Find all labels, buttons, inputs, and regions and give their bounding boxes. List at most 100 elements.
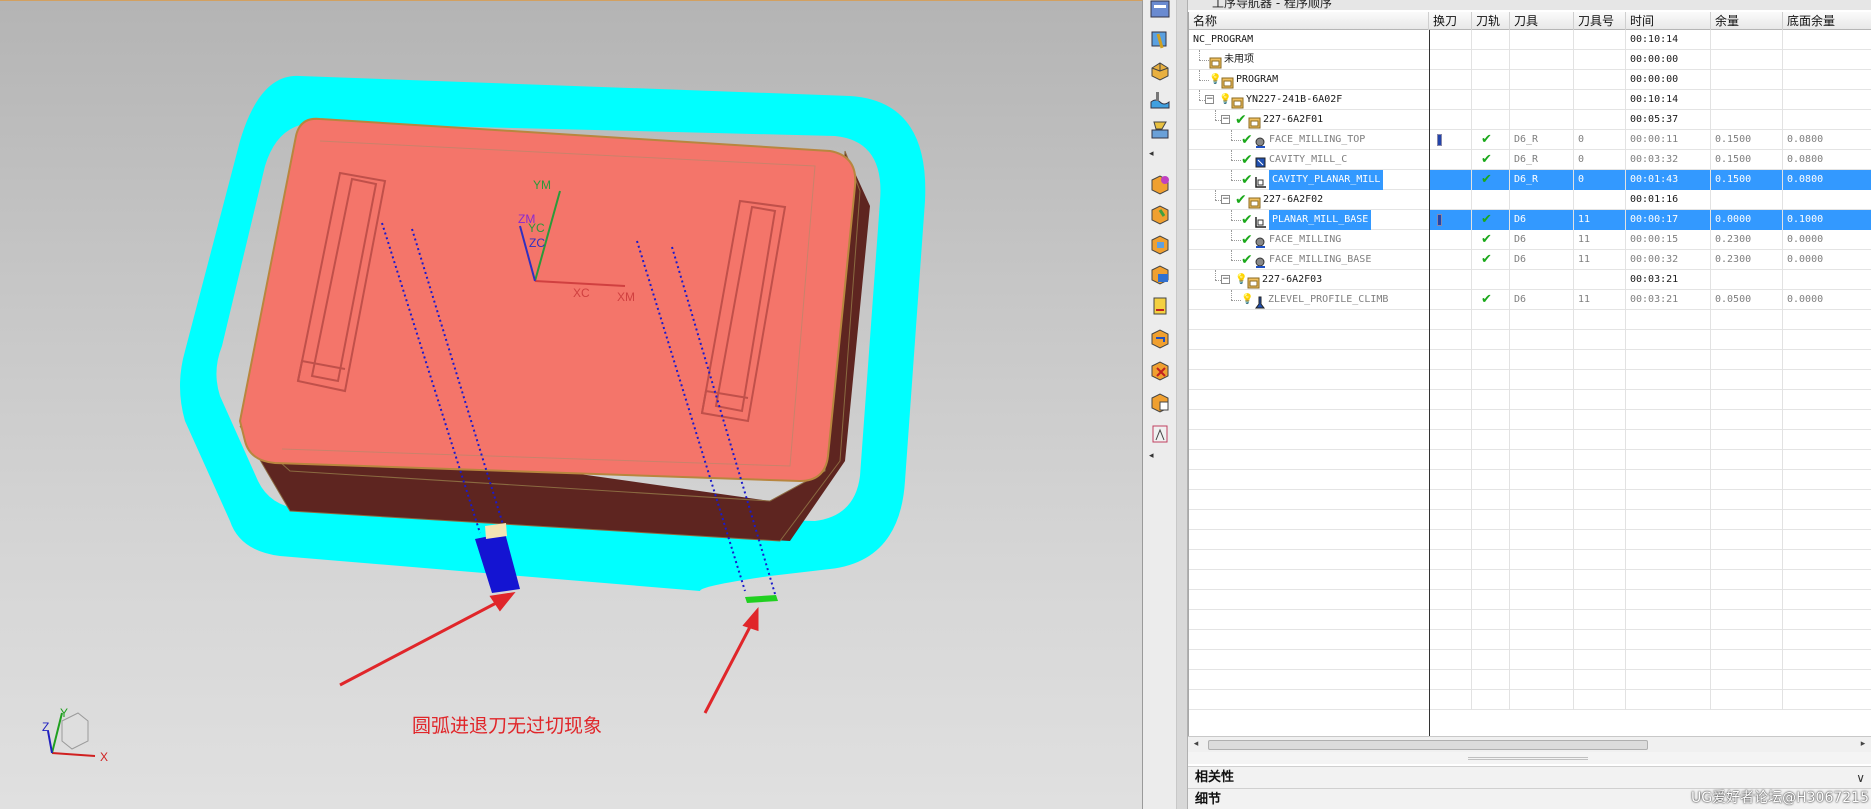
tool-cell: D6_R — [1510, 150, 1574, 170]
collapse-toggle[interactable]: − — [1205, 95, 1214, 104]
create-tool-icon[interactable] — [1148, 202, 1172, 226]
operation-navigator-icon[interactable] — [1148, 0, 1172, 22]
table-row[interactable]: 00:03:21 − 💡 227-6A2F03 — [1189, 270, 1871, 290]
postprocess-icon[interactable] — [1148, 422, 1172, 446]
toolchange-cell — [1429, 150, 1472, 170]
tool-cell: D6 — [1510, 290, 1574, 310]
tool-cell — [1510, 110, 1574, 130]
collapse-toggle[interactable]: − — [1221, 195, 1230, 204]
tool-cell — [1510, 30, 1574, 50]
group-type-icon — [1221, 74, 1234, 89]
toolchange-icon — [1437, 134, 1442, 146]
toolpath-check-icon: ✔ — [1481, 212, 1492, 227]
col-path[interactable]: 刀轨 — [1472, 12, 1510, 30]
collapse-toggle[interactable]: − — [1221, 275, 1230, 284]
col-time[interactable]: 时间 — [1626, 12, 1711, 30]
feature-navigator-icon[interactable] — [1148, 118, 1172, 142]
graphics-viewport[interactable]: YM ZM YC ZC XC XM X Y Z 圆弧进退刀无过切现象 — [0, 0, 1143, 809]
geometry-navigator-icon[interactable] — [1148, 58, 1172, 82]
col-toolchange[interactable]: 换刀 — [1429, 12, 1472, 30]
horizontal-scrollbar[interactable]: ◂ ▸ — [1188, 736, 1871, 752]
table-row[interactable]: ✔ D6 11 00:00:32 0.2300 0.0000 ✔ FACE_MILLING_B… — [1189, 250, 1871, 270]
operation-name[interactable]: CAVITY_PLANAR_MILL — [1269, 170, 1384, 190]
col-stock[interactable]: 余量 — [1711, 12, 1783, 30]
col-name[interactable]: 名称 — [1189, 12, 1429, 30]
operation-name[interactable]: 227-6A2F03 — [1262, 270, 1322, 290]
empty-row — [1189, 550, 1871, 570]
scroll-right-icon[interactable]: ▸ — [1855, 737, 1871, 752]
stock-cell — [1711, 70, 1783, 90]
empty-row — [1189, 410, 1871, 430]
time-cell: 00:00:00 — [1626, 70, 1711, 90]
table-row[interactable]: ✔ D6 11 00:03:21 0.0500 0.0000 💡 ZLEVEL_PROFILE… — [1189, 290, 1871, 310]
operation-name[interactable]: FACE_MILLING_TOP — [1269, 130, 1365, 150]
operation-name[interactable]: 未用项 — [1224, 50, 1254, 70]
stock-cell — [1711, 190, 1783, 210]
tool-no-cell — [1574, 30, 1626, 50]
create-operation-icon[interactable] — [1148, 294, 1172, 318]
delete-toolpath-icon[interactable] — [1148, 358, 1172, 382]
operation-name[interactable]: PLANAR_MILL_BASE — [1269, 210, 1372, 230]
empty-row — [1189, 670, 1871, 690]
col-tool-number[interactable]: 刀具号 — [1574, 12, 1626, 30]
section-splitter[interactable] — [1188, 752, 1871, 764]
scrollbar-thumb[interactable] — [1208, 740, 1648, 750]
stock-cell — [1711, 110, 1783, 130]
operation-name[interactable]: PROGRAM — [1236, 70, 1278, 90]
table-row[interactable]: 00:01:16 − ✔ 227-6A2F02 — [1189, 190, 1871, 210]
empty-row — [1189, 390, 1871, 410]
col-tool[interactable]: 刀具 — [1510, 12, 1574, 30]
annotation-arrows — [339, 591, 759, 714]
part-scene[interactable]: YM ZM YC ZC XC XM X Y Z — [0, 1, 1143, 809]
tool-no-cell: 0 — [1574, 130, 1626, 150]
toolchange-cell — [1429, 290, 1472, 310]
empty-row — [1189, 590, 1871, 610]
floor-cell: 0.0000 — [1783, 230, 1871, 250]
operation-name[interactable]: 227-6A2F01 — [1263, 110, 1323, 130]
status-check-icon: ✔ — [1241, 152, 1253, 168]
verify-toolpath-icon[interactable] — [1148, 390, 1172, 414]
dependencies-section[interactable]: 相关性 ∨ — [1188, 766, 1871, 788]
create-program-icon[interactable] — [1148, 172, 1172, 196]
col-floor-stock[interactable]: 底面余量 — [1783, 12, 1871, 30]
table-row[interactable]: ✔ D6 11 00:00:15 0.2300 0.0000 ✔ FACE_MILLING — [1189, 230, 1871, 250]
tool-cell — [1510, 90, 1574, 110]
table-row[interactable]: 00:00:00 💡 PROGRAM — [1189, 70, 1871, 90]
table-row[interactable]: ✔ D6_R 0 00:03:32 0.1500 0.0800 ✔ CAVITY_MILL_C — [1189, 150, 1871, 170]
create-geometry-icon[interactable] — [1148, 232, 1172, 256]
table-row[interactable]: ✔ D6_R 0 00:01:43 0.1500 0.0800 ✔ CAVITY_PLANAR… — [1189, 170, 1871, 190]
wcs-label-yc: YC — [528, 221, 545, 235]
table-row[interactable]: 00:00:00 未用项 — [1189, 50, 1871, 70]
face-type-icon — [1254, 234, 1267, 248]
table-row[interactable]: ✔ D6 11 00:00:17 0.0000 0.1000 ✔ PLANAR_MILL_BA… — [1189, 210, 1871, 230]
navigator-title: 工序导航器 - 程序顺序 — [1188, 0, 1871, 10]
scroll-left-icon[interactable]: ◂ — [1188, 737, 1204, 752]
toolchange-cell — [1429, 50, 1472, 70]
operation-name[interactable]: 227-6A2F02 — [1263, 190, 1323, 210]
operation-name[interactable]: CAVITY_MILL_C — [1269, 150, 1347, 170]
stock-cell: 0.1500 — [1711, 170, 1783, 190]
triad-label-z: Z — [42, 720, 49, 734]
collapse-toggle[interactable]: − — [1221, 115, 1230, 124]
toolpath-status-cell: ✔ — [1472, 170, 1510, 190]
table-row[interactable]: ✔ D6_R 0 00:00:11 0.1500 0.0800 ✔ FACE_MILLING_… — [1189, 130, 1871, 150]
generate-toolpath-icon[interactable] — [1148, 326, 1172, 350]
operation-name[interactable]: ZLEVEL_PROFILE_CLIMB — [1268, 290, 1388, 310]
operation-name[interactable]: YN227-241B-6A02F — [1246, 90, 1342, 110]
chevron-down-icon[interactable]: ∨ — [1856, 767, 1865, 789]
name-column-divider[interactable] — [1429, 30, 1430, 736]
operation-name[interactable]: NC_PROGRAM — [1193, 30, 1253, 50]
toolpath-status-cell: ✔ — [1472, 230, 1510, 250]
floor-cell — [1783, 50, 1871, 70]
operation-name[interactable]: FACE_MILLING_BASE — [1269, 250, 1371, 270]
operation-name[interactable]: FACE_MILLING — [1269, 230, 1341, 250]
table-row[interactable]: 00:05:37 − ✔ 227-6A2F01 — [1189, 110, 1871, 130]
toolchange-cell — [1429, 250, 1472, 270]
machining-method-icon[interactable] — [1148, 88, 1172, 112]
table-row[interactable]: 00:10:14 − 💡 YN227-241B-6A02F — [1189, 90, 1871, 110]
panel-splitter[interactable] — [1177, 0, 1188, 809]
tool-navigator-icon[interactable] — [1148, 28, 1172, 52]
table-row[interactable]: 00:10:14 NC_PROGRAM — [1189, 30, 1871, 50]
create-method-icon[interactable] — [1148, 262, 1172, 286]
time-cell: 00:10:14 — [1626, 30, 1711, 50]
